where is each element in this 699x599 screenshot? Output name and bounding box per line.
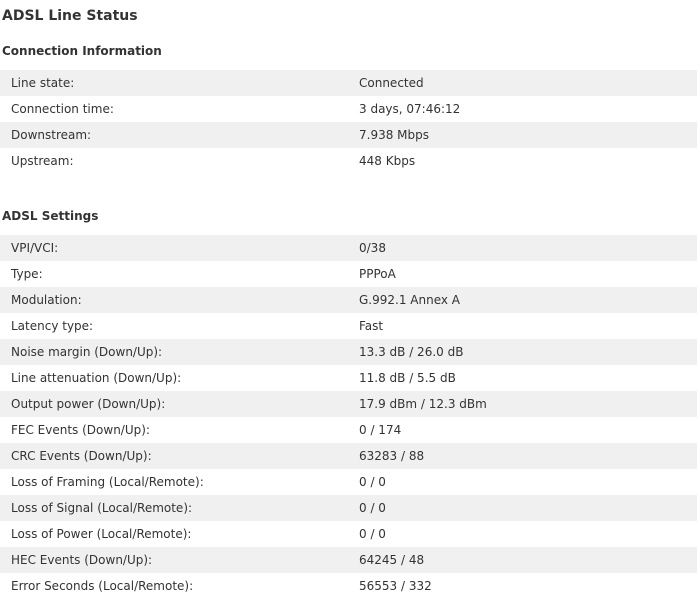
- adsl-settings-heading: ADSL Settings: [2, 209, 99, 223]
- table-row-fec-events: FEC Events (Down/Up): 0 / 174: [0, 417, 697, 443]
- table-row-crc-events: CRC Events (Down/Up): 63283 / 88: [0, 443, 697, 469]
- connection-information-table: Line state: Connected Connection time: 3…: [0, 70, 697, 174]
- connection-information-heading: Connection Information: [2, 44, 162, 58]
- table-row-line-attenuation: Line attenuation (Down/Up): 11.8 dB / 5.…: [0, 365, 697, 391]
- row-label: Loss of Signal (Local/Remote):: [0, 495, 359, 521]
- row-label: CRC Events (Down/Up):: [0, 443, 359, 469]
- row-label: Line state:: [0, 70, 359, 96]
- row-label: Upstream:: [0, 148, 359, 174]
- row-label: Type:: [0, 261, 359, 287]
- row-value: Connected: [359, 70, 697, 96]
- row-value: 7.938 Mbps: [359, 122, 697, 148]
- table-row-loss-of-signal: Loss of Signal (Local/Remote): 0 / 0: [0, 495, 697, 521]
- row-value: Fast: [359, 313, 697, 339]
- row-value: 13.3 dB / 26.0 dB: [359, 339, 697, 365]
- table-row-connection-time: Connection time: 3 days, 07:46:12: [0, 96, 697, 122]
- table-row-vpi-vci: VPI/VCI: 0/38: [0, 235, 697, 261]
- row-label: Connection time:: [0, 96, 359, 122]
- row-value: 63283 / 88: [359, 443, 697, 469]
- row-value: 0 / 0: [359, 469, 697, 495]
- table-row-line-state: Line state: Connected: [0, 70, 697, 96]
- table-row-loss-of-framing: Loss of Framing (Local/Remote): 0 / 0: [0, 469, 697, 495]
- row-label: Output power (Down/Up):: [0, 391, 359, 417]
- table-row-modulation: Modulation: G.992.1 Annex A: [0, 287, 697, 313]
- row-label: Modulation:: [0, 287, 359, 313]
- row-value: 0/38: [359, 235, 697, 261]
- table-row-error-seconds: Error Seconds (Local/Remote): 56553 / 33…: [0, 573, 697, 599]
- row-value: 3 days, 07:46:12: [359, 96, 697, 122]
- row-value: 0 / 174: [359, 417, 697, 443]
- table-row-type: Type: PPPoA: [0, 261, 697, 287]
- row-value: G.992.1 Annex A: [359, 287, 697, 313]
- row-label: Latency type:: [0, 313, 359, 339]
- table-row-latency-type: Latency type: Fast: [0, 313, 697, 339]
- row-label: Loss of Framing (Local/Remote):: [0, 469, 359, 495]
- row-value: 0 / 0: [359, 495, 697, 521]
- row-value: 56553 / 332: [359, 573, 697, 599]
- row-value: 11.8 dB / 5.5 dB: [359, 365, 697, 391]
- row-label: HEC Events (Down/Up):: [0, 547, 359, 573]
- row-value: PPPoA: [359, 261, 697, 287]
- row-value: 448 Kbps: [359, 148, 697, 174]
- row-value: 0 / 0: [359, 521, 697, 547]
- row-label: Error Seconds (Local/Remote):: [0, 573, 359, 599]
- row-label: Loss of Power (Local/Remote):: [0, 521, 359, 547]
- adsl-status-page: ADSL Line Status Connection Information …: [0, 0, 699, 599]
- table-row-downstream: Downstream: 7.938 Mbps: [0, 122, 697, 148]
- table-row-output-power: Output power (Down/Up): 17.9 dBm / 12.3 …: [0, 391, 697, 417]
- row-label: Line attenuation (Down/Up):: [0, 365, 359, 391]
- table-row-upstream: Upstream: 448 Kbps: [0, 148, 697, 174]
- row-label: Noise margin (Down/Up):: [0, 339, 359, 365]
- row-label: VPI/VCI:: [0, 235, 359, 261]
- table-row-hec-events: HEC Events (Down/Up): 64245 / 48: [0, 547, 697, 573]
- row-label: Downstream:: [0, 122, 359, 148]
- table-row-loss-of-power: Loss of Power (Local/Remote): 0 / 0: [0, 521, 697, 547]
- row-value: 64245 / 48: [359, 547, 697, 573]
- row-label: FEC Events (Down/Up):: [0, 417, 359, 443]
- table-row-noise-margin: Noise margin (Down/Up): 13.3 dB / 26.0 d…: [0, 339, 697, 365]
- adsl-settings-table: VPI/VCI: 0/38 Type: PPPoA Modulation: G.…: [0, 235, 697, 599]
- page-title: ADSL Line Status: [2, 8, 138, 24]
- row-value: 17.9 dBm / 12.3 dBm: [359, 391, 697, 417]
